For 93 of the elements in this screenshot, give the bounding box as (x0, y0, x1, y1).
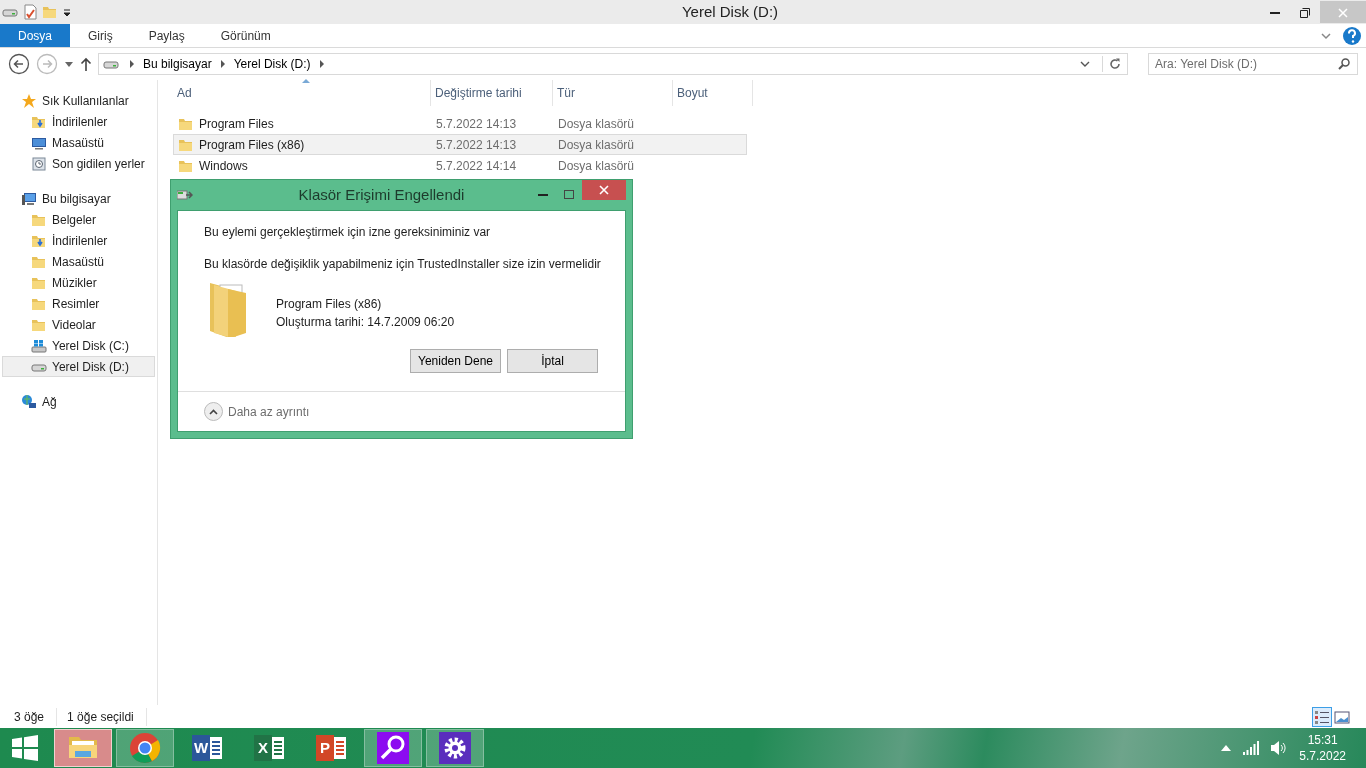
ribbon-tab[interactable]: Dosya (0, 24, 70, 47)
modified-date: 5.7.2022 14:14 (436, 157, 517, 175)
caret-icon (64, 59, 74, 69)
dialog-close-button[interactable] (582, 180, 626, 200)
file-name: Program Files (x86) (199, 136, 305, 154)
show-hidden-icons-icon[interactable] (1221, 744, 1232, 752)
search-field[interactable]: Ara: Yerel Disk (D:) (1148, 53, 1358, 75)
dialog-detail: Bu klasörde değişiklik yapabilmeniz için TrustedInstaller size izin vermelidir (204, 256, 601, 273)
folder-move-icon (177, 188, 193, 202)
sidebar-item[interactable]: Sık Kullanılanlar (2, 90, 155, 111)
folder-name: Program Files (x86) (276, 296, 383, 313)
network-icon (21, 393, 37, 410)
chevron-icon[interactable] (129, 59, 135, 69)
settings-icon (438, 731, 472, 765)
page-lines-icon (272, 735, 284, 761)
taskbar-app-button[interactable]: P (302, 729, 360, 767)
column-header[interactable]: Tür (553, 80, 673, 106)
minimize-icon (538, 194, 548, 196)
chevron-icon[interactable] (219, 59, 226, 69)
close-icon (599, 185, 609, 195)
view-toggle-button[interactable] (1312, 706, 1332, 727)
dialog-button[interactable]: İptal (507, 349, 598, 373)
details-toggle-label[interactable]: Daha az ayrıntı (228, 402, 310, 421)
breadcrumb[interactable]: Bu bilgisayar (143, 55, 212, 73)
modified-date: 5.7.2022 14:13 (436, 136, 517, 154)
column-header[interactable]: Ad (173, 80, 431, 106)
sidebar-item[interactable]: Masaüstü (2, 251, 155, 272)
sidebar-item[interactable]: Yerel Disk (C:) (2, 335, 155, 356)
sidebar-item[interactable]: Bu bilgisayar (2, 188, 155, 209)
system-drive-icon (31, 337, 47, 354)
restore-icon (1300, 7, 1310, 18)
page-lines-icon (210, 735, 222, 761)
page-lines-icon (334, 735, 346, 761)
minimize-icon (1270, 11, 1280, 14)
close-icon (1338, 7, 1348, 18)
window-title: Yerel Disk (D:) (680, 1, 780, 22)
sidebar-item[interactable]: Ağ (2, 391, 155, 412)
dialog-button[interactable]: Yeniden Dene (410, 349, 501, 373)
chevron-down-icon (1080, 59, 1090, 69)
browser-icon (128, 731, 162, 765)
file-row[interactable]: Program Files (x86) 5.7.2022 14:13 Dosya klasörü (173, 134, 747, 155)
recent-locations-button[interactable] (64, 59, 74, 69)
up-arrow-icon (80, 57, 92, 71)
maximize-icon (564, 190, 574, 200)
dialog-message: Bu eylemi gerçekleştirmek için izne gereksiniminiz var (204, 224, 492, 241)
sidebar-item[interactable]: Resimler (2, 293, 155, 314)
file-type: Dosya klasörü (558, 136, 635, 154)
properties-icon[interactable] (22, 4, 38, 20)
address-bar[interactable]: Bu bilgisayar Yerel Disk (D:) (98, 53, 1128, 75)
search-icon[interactable] (1338, 58, 1350, 70)
search-icon (376, 731, 410, 765)
file-name: Windows (199, 157, 248, 175)
column-header[interactable]: Değiştirme tarihi (431, 80, 553, 106)
chevron-icon[interactable] (318, 59, 325, 69)
help-icon[interactable] (1342, 24, 1362, 48)
selection-count: 1 öğe seçildi (67, 707, 147, 726)
star-icon (21, 92, 37, 109)
taskbar-app-button[interactable]: W (178, 729, 236, 767)
file-row[interactable]: Windows 5.7.2022 14:14 Dosya klasörü (173, 155, 747, 176)
computer-icon (21, 190, 37, 207)
recent-places-icon (31, 155, 47, 172)
file-type: Dosya klasörü (558, 115, 635, 133)
collapse-details-button[interactable] (204, 402, 223, 421)
taskbar-app-button[interactable]: X (240, 729, 298, 767)
chevron-up-icon (209, 408, 218, 415)
sidebar-item[interactable]: Belgeler (2, 209, 155, 230)
refresh-icon (1109, 58, 1121, 70)
signal-icon[interactable] (1243, 741, 1260, 755)
file-name: Program Files (199, 115, 274, 133)
sidebar-item[interactable]: Müzikler (2, 272, 155, 293)
sort-arrow-icon (301, 78, 310, 83)
breadcrumb[interactable]: Yerel Disk (D:) (233, 55, 311, 73)
clock-time[interactable]: 15:31 (1299, 732, 1346, 748)
column-header[interactable]: Boyut (673, 80, 753, 106)
sidebar-item[interactable]: İndirilenler (2, 111, 155, 132)
up-button[interactable] (80, 57, 92, 71)
file-type: Dosya klasörü (558, 157, 635, 175)
sidebar-item[interactable]: İndirilenler (2, 230, 155, 251)
item-count: 3 öğe (14, 707, 58, 726)
speaker-icon[interactable] (1271, 741, 1288, 755)
sidebar-item[interactable]: Yerel Disk (D:) (2, 356, 155, 377)
picture-icon (1334, 708, 1350, 725)
creation-date: Oluşturma tarihi: 14.7.2009 06:20 (276, 314, 455, 331)
back-button[interactable] (8, 53, 30, 75)
dialog-title: Klasör Erişimi Engellendi (297, 184, 466, 205)
sidebar-item[interactable]: Son gidilen yerler (2, 153, 155, 174)
sidebar-item[interactable]: Videolar (2, 314, 155, 335)
modified-date: 5.7.2022 14:13 (436, 115, 517, 133)
file-row[interactable]: Program Files 5.7.2022 14:13 Dosya klasörü (173, 113, 747, 134)
details-view-icon (1314, 708, 1330, 725)
clock-date[interactable]: 5.7.2022 (1299, 748, 1346, 764)
windows-logo-icon (12, 735, 38, 761)
sidebar-item[interactable]: Masaüstü (2, 132, 155, 153)
